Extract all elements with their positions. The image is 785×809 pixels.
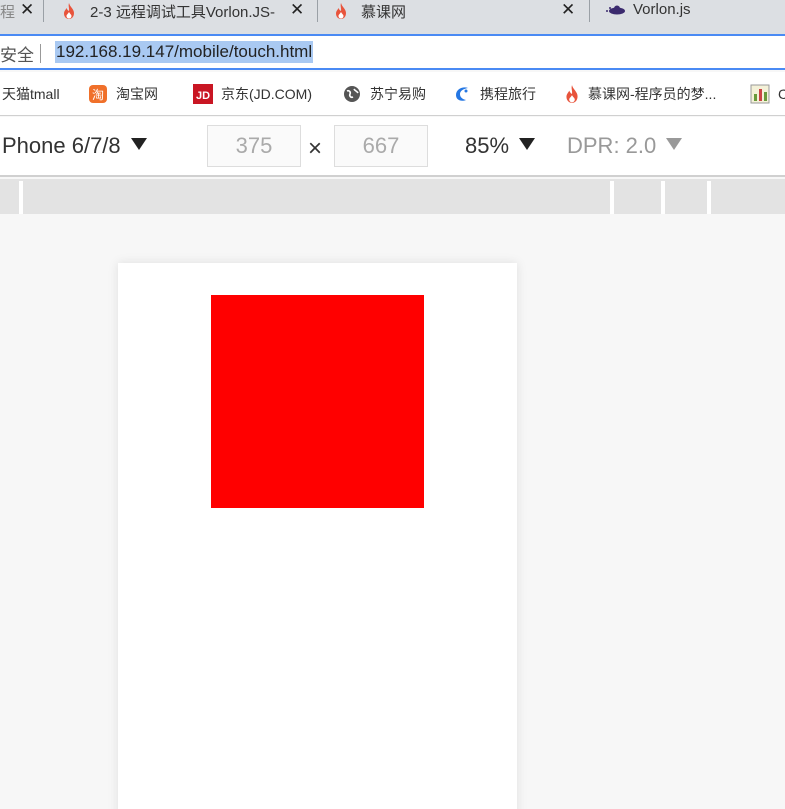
jd-icon: JD (193, 84, 213, 104)
ctrip-icon (456, 87, 468, 101)
width-input[interactable] (207, 125, 301, 167)
bookmark-label: C (778, 86, 785, 102)
tab-close-button[interactable]: ✕ (290, 0, 304, 20)
flame-icon (336, 3, 346, 19)
bookmark-label: 天猫tmall (2, 86, 60, 102)
security-indicator[interactable]: 安全 (0, 41, 34, 66)
url-separator (40, 44, 41, 63)
dpr-label: DPR: 2.0 (567, 133, 657, 158)
bookmark-c[interactable]: C (750, 84, 785, 104)
bookmark-label: 携程旅行 (480, 86, 536, 102)
tab-label: 程 (0, 3, 16, 21)
vorlon-icon (606, 5, 625, 15)
bookmark-label: 慕课网-程序员的梦... (588, 86, 717, 102)
bookmark-ctrip[interactable]: 携程旅行 (452, 84, 536, 104)
tab-vorlon-tutorial[interactable]: 2-3 远程调试工具Vorlon.JS- ✕ (44, 0, 318, 22)
globe-icon (344, 86, 360, 102)
taobao-icon: 淘 (89, 85, 107, 103)
emulated-screen[interactable] (118, 263, 517, 809)
tab-imooc[interactable]: 慕课网 ✕ (318, 0, 590, 22)
bookmark-imooc[interactable]: 慕课网-程序员的梦... (564, 84, 716, 104)
tab-partial[interactable]: 程 ✕ (0, 0, 44, 22)
tab-vorlon[interactable]: Vorlon.js (590, 0, 785, 22)
ruler-divider (19, 181, 23, 214)
chevron-down-icon (666, 138, 683, 150)
ruler-divider (610, 181, 614, 214)
svg-text:淘: 淘 (92, 88, 104, 102)
bookmark-label: 淘宝网 (116, 86, 158, 102)
ruler-divider (661, 181, 665, 214)
flame-icon (64, 3, 74, 19)
ruler-divider (707, 181, 711, 214)
device-select[interactable]: Phone 6/7/8 (2, 133, 147, 159)
zoom-select[interactable]: 85% (465, 133, 536, 159)
bookmarks-bar: 天猫tmall 淘 淘宝网 JD 京东(JD.COM) 苏宁易购 携程旅行 慕课… (0, 72, 785, 116)
chevron-down-icon (519, 138, 536, 150)
height-input[interactable] (334, 125, 428, 167)
address-bar[interactable]: 安全 192.168.19.147/mobile/touch.html (0, 34, 785, 70)
tab-close-button[interactable]: ✕ (561, 0, 575, 20)
bookmark-suning[interactable]: 苏宁易购 (342, 84, 426, 104)
tab-label: 2-3 远程调试工具Vorlon.JS- (90, 4, 276, 21)
tab-strip: 程 ✕ 2-3 远程调试工具Vorlon.JS- ✕ 慕课网 ✕ Vorlon.… (0, 0, 785, 34)
bookmark-label: 苏宁易购 (370, 86, 426, 102)
tab-close-button[interactable]: ✕ (20, 0, 34, 20)
bookmark-label: 京东(JD.COM) (221, 86, 312, 102)
bookmark-jd[interactable]: JD 京东(JD.COM) (193, 84, 312, 104)
flame-icon (566, 85, 578, 103)
media-query-ruler[interactable] (0, 179, 785, 214)
dimension-separator: × (308, 135, 323, 162)
url-text[interactable]: 192.168.19.147/mobile/touch.html (55, 41, 314, 63)
tab-label: Vorlon.js (633, 1, 691, 18)
tab-label: 慕课网 (361, 4, 407, 21)
svg-text:JD: JD (196, 90, 210, 102)
bookmark-taobao[interactable]: 淘 淘宝网 (88, 84, 158, 104)
bookmark-tmall[interactable]: 天猫tmall (2, 84, 60, 104)
device-toolbar: Phone 6/7/8 × 85% DPR: 2.0 (0, 117, 785, 177)
dpr-select[interactable]: DPR: 2.0 (567, 133, 683, 159)
device-label: Phone 6/7/8 (2, 133, 121, 158)
chevron-down-icon (130, 138, 147, 150)
touch-box[interactable] (211, 295, 424, 508)
viewport-area (0, 215, 785, 809)
chart-icon (750, 84, 770, 104)
zoom-label: 85% (465, 133, 510, 158)
